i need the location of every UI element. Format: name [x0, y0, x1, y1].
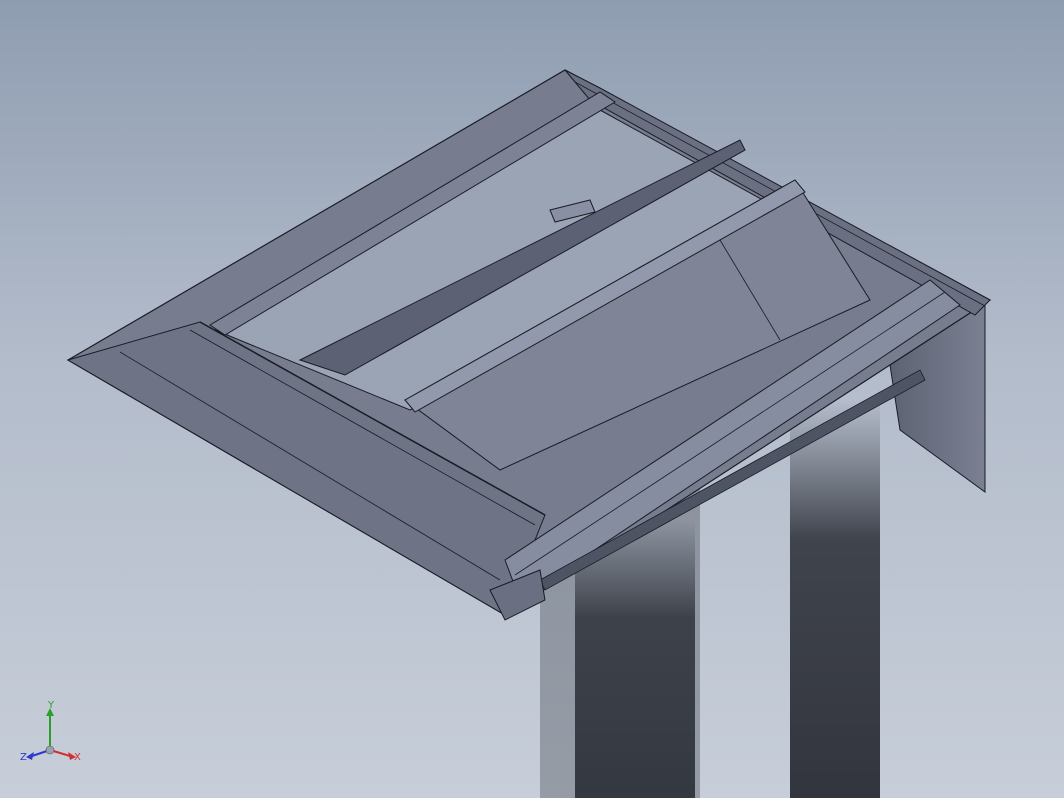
- graphics-viewport[interactable]: Y X Z: [0, 0, 1064, 798]
- 3d-model-view[interactable]: [0, 0, 1064, 798]
- axis-triad: Y X Z: [20, 700, 81, 763]
- y-axis-label: Y: [47, 700, 55, 711]
- x-axis-label: X: [74, 752, 81, 763]
- z-axis-arrow: [26, 752, 34, 760]
- z-axis-label: Z: [20, 752, 27, 763]
